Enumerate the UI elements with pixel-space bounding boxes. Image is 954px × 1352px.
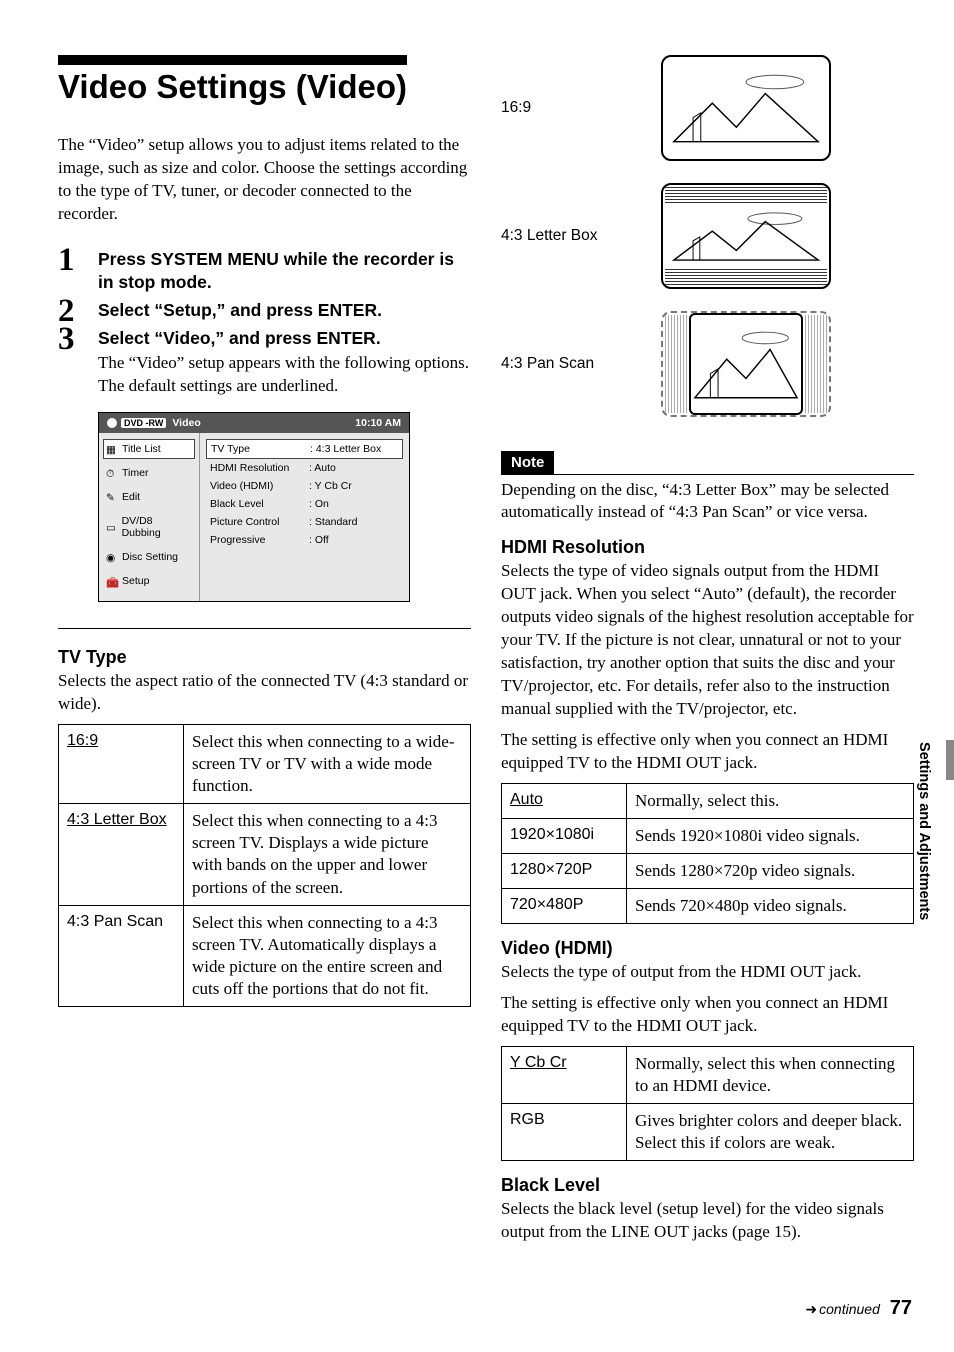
hdmi-res-desc: Selects the type of video signals output… (501, 560, 914, 721)
osd-side-edit: ✎Edit (103, 487, 195, 507)
page-number: 77 (890, 1297, 912, 1319)
aspect-169: 16:9 (501, 55, 914, 161)
osd-side-title-list: ▦Title List (103, 439, 195, 459)
note-label: Note (501, 451, 554, 474)
step-1-head: Press SYSTEM MENU while the recorder is … (98, 248, 471, 295)
continued-arrow-icon: ➜ (805, 1301, 817, 1317)
disc-icon (107, 418, 117, 428)
opt-key-43ps: 4:3 Pan Scan (67, 913, 163, 930)
aspect-43ps-icon (661, 311, 831, 417)
hdmi-res-table: AutoNormally, select this. 1920×1080iSen… (501, 783, 914, 924)
side-bar-marker (946, 740, 954, 780)
tv-type-heading: TV Type (58, 647, 471, 668)
video-hdmi-heading: Video (HDMI) (501, 938, 914, 959)
black-level-desc: Selects the black level (setup level) fo… (501, 1198, 914, 1244)
hdmi-res-heading: HDMI Resolution (501, 537, 914, 558)
osd-side-setup: 🧰Setup (103, 571, 195, 591)
note-text: Depending on the disc, “4:3 Letter Box” … (501, 479, 914, 523)
steps-list: Press SYSTEM MENU while the recorder is … (58, 248, 471, 398)
video-hdmi-table: Y Cb CrNormally, select this when connec… (501, 1046, 914, 1161)
step-3-head: Select “Video,” and press ENTER. (98, 327, 471, 351)
opt-desc-43ps: Select this when connecting to a 4:3 scr… (184, 905, 471, 1006)
intro-text: The “Video” setup allows you to adjust i… (58, 134, 471, 226)
osd-side-dubbing: ▭DV/D8 Dubbing (103, 511, 195, 543)
osd-side-disc-setting: ◉Disc Setting (103, 547, 195, 567)
aspect-169-icon (661, 55, 831, 161)
dvd-tag: DVD -RW (121, 418, 166, 428)
opt-key-169: 16:9 (67, 732, 98, 749)
osd-side-timer: ⏱Timer (103, 463, 195, 483)
footer: ➜continued 77 (805, 1297, 912, 1320)
osd-sidebar: ▦Title List ⏱Timer ✎Edit ▭DV/D8 Dubbing … (99, 433, 200, 601)
osd-time: 10:10 AM (355, 417, 401, 429)
tv-type-desc: Selects the aspect ratio of the connecte… (58, 670, 471, 716)
osd-main: TV Type4:3 Letter Box HDMI ResolutionAut… (200, 433, 409, 601)
step-2-head: Select “Setup,” and press ENTER. (98, 299, 471, 323)
black-level-heading: Black Level (501, 1175, 914, 1196)
opt-desc-43lb: Select this when connecting to a 4:3 scr… (184, 804, 471, 905)
video-hdmi-desc: Selects the type of output from the HDMI… (501, 961, 914, 984)
osd-panel: DVD -RW Video 10:10 AM ▦Title List ⏱Time… (98, 412, 410, 602)
aspect-43ps: 4:3 Pan Scan (501, 311, 914, 417)
aspect-43lb-icon (661, 183, 831, 289)
step-3-body: The “Video” setup appears with the follo… (98, 352, 471, 398)
tv-type-table: 16:9 Select this when connecting to a wi… (58, 724, 471, 1007)
page-title: Video Settings (Video) (58, 55, 407, 106)
side-tab-label: Settings and Adjustments (916, 742, 932, 920)
opt-desc-169: Select this when connecting to a wide-sc… (184, 725, 471, 804)
video-hdmi-desc2: The setting is effective only when you c… (501, 992, 914, 1038)
aspect-43lb: 4:3 Letter Box (501, 183, 914, 289)
section-divider (58, 628, 471, 629)
opt-key-43lb: 4:3 Letter Box (67, 811, 167, 828)
osd-title: Video (172, 417, 200, 429)
hdmi-res-desc2: The setting is effective only when you c… (501, 729, 914, 775)
